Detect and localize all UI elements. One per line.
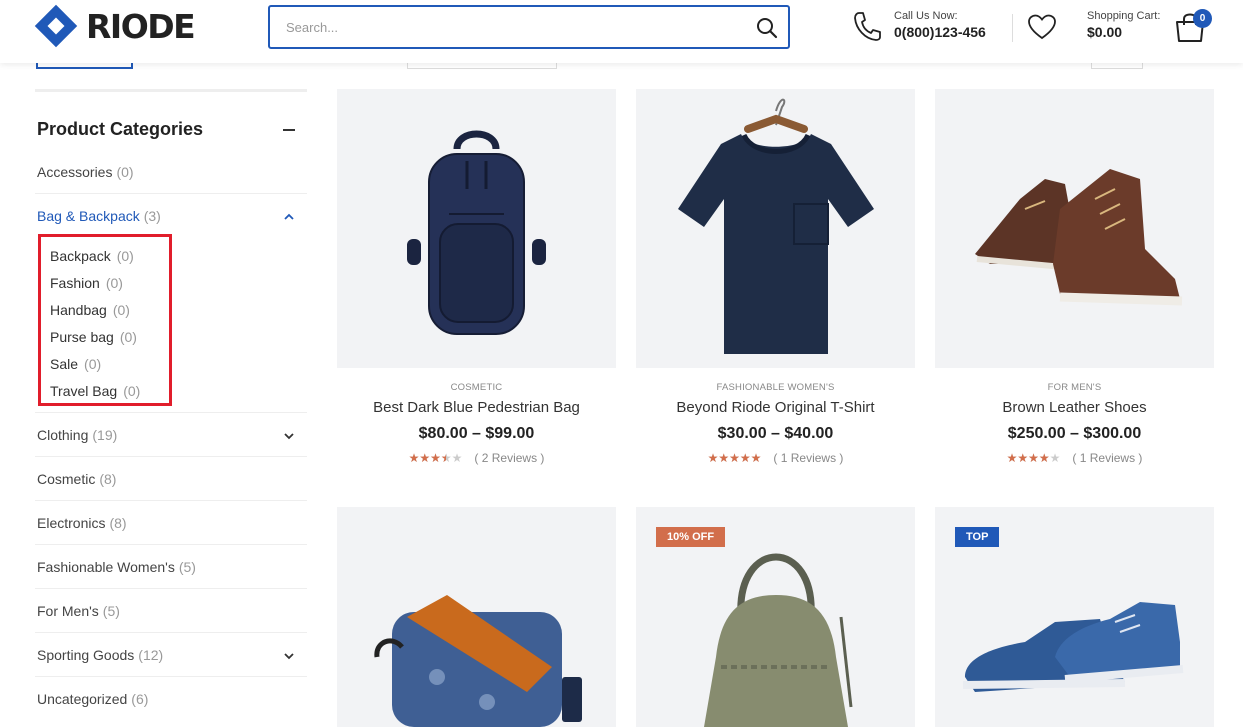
category-uncategorized[interactable]: Uncategorized (6) (35, 677, 307, 721)
category-count: (5) (102, 602, 120, 619)
product-name[interactable]: Beyond Riode Original T-Shirt (636, 399, 915, 416)
product-price: $250.00 – $300.00 (1007, 425, 1142, 442)
shopping-cart-summary[interactable]: Shopping Cart: $0.00 (1087, 10, 1160, 40)
category-label: For Men's (37, 602, 99, 619)
product-rating: ★★★★★★★★★★ ( 1 Reviews ) (935, 451, 1214, 465)
category-clothing[interactable]: Clothing (19) (35, 413, 307, 457)
chevron-down-icon[interactable] (283, 649, 295, 661)
logo-text: RIODE (86, 6, 196, 46)
product-card[interactable]: FOR MEN'S Brown Leather Shoes $250.00 – … (935, 89, 1214, 465)
category-label: Clothing (37, 426, 89, 443)
product-name[interactable]: Brown Leather Shoes (935, 399, 1214, 416)
heart-icon[interactable] (1027, 13, 1057, 41)
category-count: (8) (109, 514, 127, 531)
product-card[interactable]: FASHIONABLE WOMEN'S Beyond Riode Origina… (636, 89, 915, 465)
category-count: (19) (92, 426, 118, 443)
category-accessories[interactable]: Accessories (0) (35, 150, 307, 194)
product-card[interactable] (337, 507, 616, 727)
camera-bag-image[interactable] (337, 507, 616, 727)
product-card[interactable]: COSMETIC Best Dark Blue Pedestrian Bag $… (337, 89, 616, 465)
chevron-down-icon[interactable] (283, 429, 295, 441)
product-category[interactable]: FASHIONABLE WOMEN'S (636, 382, 915, 393)
category-count: (12) (138, 646, 164, 663)
phone-icon (852, 10, 882, 47)
star-rating: ★★★★★★★★★★ (707, 451, 762, 465)
top-badge: TOP (955, 527, 1000, 547)
boots-image[interactable] (935, 89, 1214, 368)
tshirt-image[interactable] (636, 89, 915, 368)
category-bag-backpack[interactable]: Bag & Backpack (3) (35, 194, 307, 238)
product-name[interactable]: Best Dark Blue Pedestrian Bag (337, 399, 616, 416)
category-for-mens[interactable]: For Men's (5) (35, 589, 307, 633)
category-label: Bag & Backpack (37, 208, 140, 224)
review-count[interactable]: ( 2 Reviews ) (474, 451, 544, 465)
star-rating: ★★★★★★★★★★ (408, 451, 463, 465)
bag-backpack-subcategories: Backpack (0) Fashion (0) Handbag (0) Purse … (35, 234, 307, 413)
cart-label: Shopping Cart: (1087, 10, 1161, 22)
chevron-up-icon[interactable] (283, 210, 295, 222)
category-sporting-goods[interactable]: Sporting Goods (12) (35, 633, 307, 677)
header-divider (1012, 14, 1013, 42)
search-box (268, 5, 790, 49)
category-count: (3) (143, 208, 161, 224)
cart-count-badge: 0 (1193, 9, 1212, 28)
product-rating: ★★★★★★★★★★ ( 1 Reviews ) (636, 451, 915, 465)
category-electronics[interactable]: Electronics (8) (35, 501, 307, 545)
backpack-image[interactable] (337, 89, 616, 368)
product-price: $30.00 – $40.00 (717, 425, 834, 442)
call-number[interactable]: 0(800)123-456 (894, 24, 986, 40)
category-label: Cosmetic (37, 470, 96, 487)
site-logo[interactable]: RIODE (34, 4, 196, 48)
product-card[interactable]: TOP (935, 507, 1214, 727)
product-price: $80.00 – $99.00 (418, 425, 535, 442)
product-category[interactable]: COSMETIC (337, 382, 616, 393)
search-input[interactable] (270, 7, 788, 47)
category-count: (8) (99, 470, 117, 487)
category-label: Sporting Goods (37, 646, 135, 663)
category-label: Uncategorized (37, 691, 128, 707)
category-fashionable-womens[interactable]: Fashionable Women's (5) (35, 545, 307, 589)
search-icon[interactable] (756, 17, 778, 39)
review-count[interactable]: ( 1 Reviews ) (773, 451, 843, 465)
logo-diamond-icon (34, 4, 78, 48)
product-categories-title: Product Categories (37, 119, 204, 139)
category-count: (6) (131, 691, 149, 707)
call-us[interactable]: Call Us Now: 0(800)123-456 (852, 10, 986, 47)
sale-badge: 10% OFF (656, 527, 726, 547)
call-label: Call Us Now: (894, 10, 958, 22)
star-rating: ★★★★★★★★★★ (1006, 451, 1061, 465)
collapse-minus-icon[interactable] (283, 128, 295, 131)
product-card[interactable]: 10% OFF (636, 507, 915, 727)
sidebar-rule (35, 89, 307, 92)
cart-total: $0.00 (1087, 24, 1123, 40)
product-rating: ★★★★★★★★★★ ( 2 Reviews ) (337, 451, 616, 465)
review-count[interactable]: ( 1 Reviews ) (1072, 451, 1142, 465)
product-category[interactable]: FOR MEN'S (935, 382, 1214, 393)
category-cosmetic[interactable]: Cosmetic (8) (35, 457, 307, 501)
category-label: Fashionable Women's (37, 558, 175, 575)
category-label: Accessories (37, 163, 113, 180)
category-count: (5) (178, 558, 196, 575)
category-label: Electronics (37, 514, 106, 531)
sidebar: Product Categories Accessories (0) Bag & … (35, 89, 307, 721)
highlight-box (38, 234, 172, 406)
product-categories-header[interactable]: Product Categories (35, 119, 307, 140)
category-count: (0) (116, 163, 134, 180)
site-header: RIODE Call Us Now: 0(800)123-456 Shoppin… (0, 0, 1243, 63)
